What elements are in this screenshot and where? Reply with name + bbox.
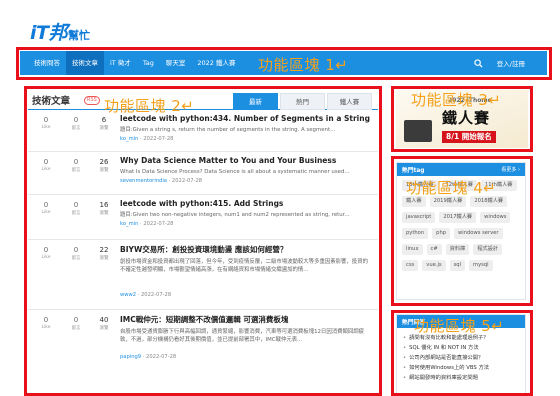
annotation-label-4: 功能區塊 4↵ <box>406 179 497 197</box>
annotation-label-3: 功能區塊 3↵ <box>411 91 502 109</box>
logo-main-text: iT邦 <box>30 22 67 44</box>
site-logo[interactable]: iT邦 幫忙 <box>30 18 90 45</box>
annotation-label-2: 功能區塊 2↵ <box>104 97 195 115</box>
logo-sub-text: 幫忙 <box>67 29 90 42</box>
annotation-label-1: 功能區塊 1↵ <box>258 56 349 74</box>
annotation-zone-2 <box>24 86 382 396</box>
annotation-label-5: 功能區塊 5↵ <box>414 317 505 335</box>
